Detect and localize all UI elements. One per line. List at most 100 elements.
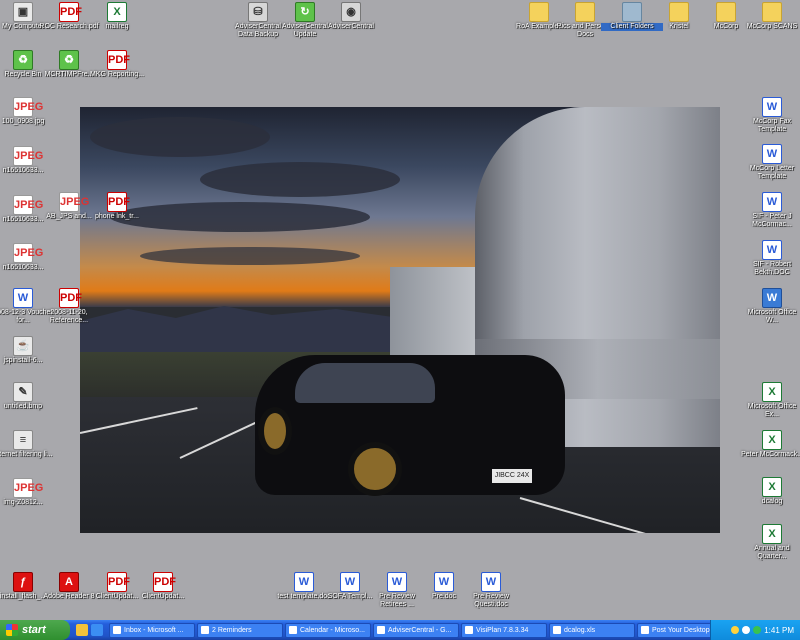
app-icon xyxy=(377,626,385,634)
wallpaper-car-wheel xyxy=(348,442,402,496)
wallpaper-car-wheel xyxy=(258,407,292,455)
update-icon: ↻ xyxy=(295,2,315,22)
desktop-icon-jpeg[interactable]: JPEG 100_0908.jpg xyxy=(0,97,54,126)
folder-icon xyxy=(529,2,549,22)
desktop-icon-word-doc[interactable]: W McCorp Letter Template xyxy=(741,144,800,181)
pdf-icon: PDF xyxy=(107,572,130,592)
desktop-icon-bitmap[interactable]: ✎ untitled.bmp xyxy=(0,382,54,411)
excel-icon: X xyxy=(762,382,782,402)
internet-explorer-icon xyxy=(641,626,649,634)
jpeg-icon: JPEG xyxy=(13,243,43,263)
excel-icon: X xyxy=(762,524,782,544)
desktop-icon-excel[interactable]: X Peter McCormack... xyxy=(741,430,800,459)
folder-icon xyxy=(716,2,736,22)
java-icon: ☕ xyxy=(13,336,33,356)
document-icon: ≡ xyxy=(13,430,33,450)
desktop-icon-pdf[interactable]: PDF phone lnk_tr... xyxy=(86,192,148,221)
pdf-icon: PDF xyxy=(107,192,130,212)
wallpaper-building xyxy=(390,267,485,362)
taskbar-item-inbox[interactable]: Inbox - Microsoft ... xyxy=(109,622,195,638)
computer-icon: ▣ xyxy=(13,2,33,22)
pdf-icon: PDF xyxy=(59,2,82,22)
desktop: JIBCC 24X ▣ My Computer ♻ Recycle Bin JPEG… xyxy=(0,0,800,620)
desktop-icon-pdf[interactable]: PDF MKG Reporting... xyxy=(86,50,148,79)
tray-icon[interactable] xyxy=(742,626,751,634)
word-icon: W xyxy=(762,192,782,212)
desktop-icon-java-install[interactable]: ☕ jspinstall-6... xyxy=(0,336,54,365)
word-icon: W xyxy=(762,97,782,117)
windows-logo-icon xyxy=(6,624,18,636)
start-button[interactable]: start xyxy=(0,620,70,640)
backup-icon: ⛁ xyxy=(248,2,268,22)
calendar-icon xyxy=(289,626,297,634)
pdf-icon: PDF xyxy=(153,572,176,592)
jpeg-icon: JPEG xyxy=(13,478,43,498)
flash-icon: ƒ xyxy=(13,572,33,592)
desktop-icon-jpeg[interactable]: JPEG img-Z0812... xyxy=(0,478,54,507)
excel-icon: X xyxy=(762,477,782,497)
desktop-icon-pdf[interactable]: PDF 2008-11-20, Reference... xyxy=(38,288,100,325)
word-icon: W xyxy=(481,572,501,592)
desktop-icon-pdf[interactable]: PDF ClientUpdat... xyxy=(132,572,194,601)
folder-icon xyxy=(669,2,689,22)
pdf-icon: PDF xyxy=(107,50,130,70)
desktop-icon-excel[interactable]: X Annual and Quarter... xyxy=(741,524,800,561)
system-tray: 1:41 PM xyxy=(710,620,800,640)
bitmap-icon: ✎ xyxy=(13,382,33,402)
internet-explorer-icon[interactable] xyxy=(91,624,103,636)
jpeg-icon: JPEG xyxy=(13,195,43,215)
wallpaper-cloud xyxy=(90,117,270,157)
taskbar-item-advisercentral[interactable]: AdviserCentral - G... xyxy=(373,622,459,638)
taskbar-item-reminders[interactable]: 2 Reminders xyxy=(197,622,283,638)
word-icon: W xyxy=(340,572,360,592)
desktop-icon-word-doc[interactable]: W Pre Review Questi.doc xyxy=(460,572,522,609)
word-icon: W xyxy=(762,240,782,260)
wallpaper-photo: JIBCC 24X xyxy=(80,107,720,533)
desktop-icon-word-doc[interactable]: W McCorp Fax Template xyxy=(741,97,800,134)
camera-icon: ◉ xyxy=(341,2,361,22)
word-icon: W xyxy=(762,144,782,164)
word-icon: W xyxy=(13,288,33,308)
folder-icon xyxy=(575,2,595,22)
jpeg-icon: JPEG xyxy=(59,192,89,212)
desktop-icon-jpeg[interactable]: JPEG n16510633... xyxy=(0,243,54,272)
taskbar-item-visiplan[interactable]: VisiPlan 7.8.3.34 xyxy=(461,622,547,638)
wallpaper-cloud xyxy=(200,162,400,197)
excel-icon: X xyxy=(107,2,127,22)
desktop-icon-excel-app[interactable]: X Microsoft Office Ex... xyxy=(741,382,800,419)
wallpaper-cloud xyxy=(140,247,360,265)
taskbar: start Inbox - Microsoft ... 2 Reminders … xyxy=(0,620,800,640)
recycle-bin-icon: ♻ xyxy=(13,50,33,70)
folder-icon xyxy=(762,2,782,22)
app-icon xyxy=(465,626,473,634)
pdf-icon: PDF xyxy=(59,288,82,308)
desktop-icon-jpeg[interactable]: JPEG n16510633... xyxy=(0,146,54,175)
start-label: start xyxy=(22,624,46,636)
desktop-icon-word-doc[interactable]: W SIF - Peter J McCormac... xyxy=(741,192,800,229)
tray-icon[interactable] xyxy=(753,626,762,634)
outlook-icon xyxy=(113,626,121,634)
license-plate: JIBCC 24X xyxy=(492,469,532,483)
clock[interactable]: 1:41 PM xyxy=(764,626,794,635)
word-icon: W xyxy=(762,288,782,308)
jpeg-icon: JPEG xyxy=(13,146,43,166)
excel-icon: X xyxy=(762,430,782,450)
desktop-icon-document[interactable]: ≡Internet filtering li... xyxy=(0,430,54,459)
wallpaper-car-window xyxy=(295,363,435,403)
recycle-app-icon: ♻ xyxy=(59,50,79,70)
taskbar-item-dcalog[interactable]: dcalog.xls xyxy=(549,622,635,638)
desktop-icon-word-app[interactable]: W Microsoft Office W... xyxy=(741,288,800,325)
taskbar-item-calendar[interactable]: Calendar - Microso... xyxy=(285,622,371,638)
quick-launch xyxy=(70,624,109,636)
desktop-icon-excel[interactable]: Xmailreg xyxy=(86,2,148,31)
desktop-icon-word-doc[interactable]: W SIF - Robert Bekth.DOC xyxy=(741,240,800,277)
desktop-icon-advisercentral[interactable]: ◉ AdviserCentral xyxy=(320,2,382,31)
outlook-icon[interactable] xyxy=(76,624,88,636)
tray-icon[interactable] xyxy=(731,626,740,634)
excel-icon xyxy=(553,626,561,634)
folder-icon xyxy=(622,2,642,22)
desktop-folder-mccorp-scans[interactable]: McCorp SCANS xyxy=(741,2,800,31)
bell-icon xyxy=(201,626,209,634)
wallpaper-cloud xyxy=(110,202,370,232)
desktop-icon-excel[interactable]: Xdcalog xyxy=(741,477,800,506)
